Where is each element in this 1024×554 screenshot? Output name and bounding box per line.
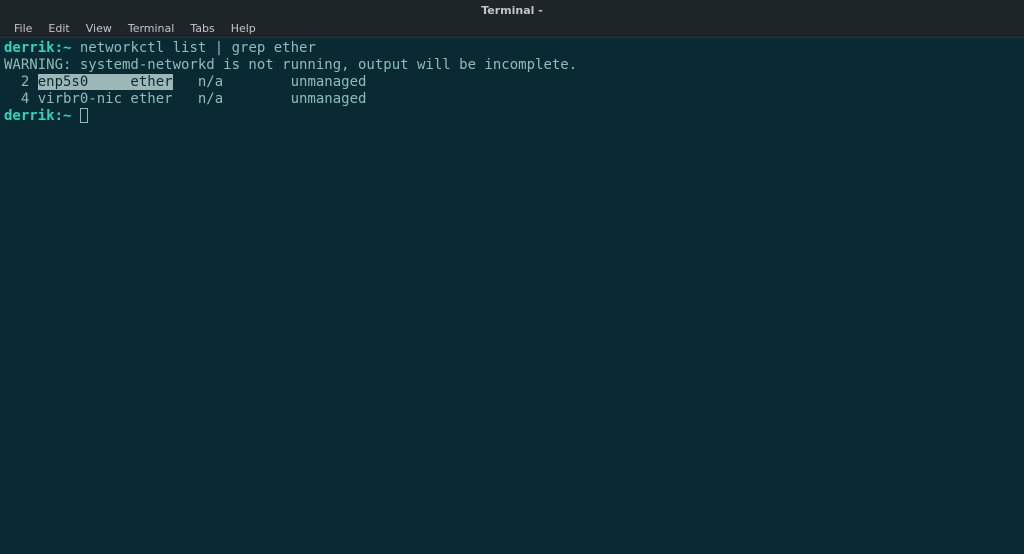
menu-view[interactable]: View bbox=[78, 20, 120, 37]
prompt-user: derrik bbox=[4, 40, 55, 56]
menu-file[interactable]: File bbox=[6, 20, 40, 37]
command-text: networkctl list | grep ether bbox=[71, 40, 315, 56]
prompt-sep-2: : bbox=[55, 108, 63, 124]
terminal-content[interactable]: derrik:~ networkctl list | grep etherWAR… bbox=[0, 38, 1024, 127]
output-row-1: 2 enp5s0 ether n/a unmanaged bbox=[4, 74, 1020, 91]
output-row-2: 4 virbr0-nic ether n/a unmanaged bbox=[4, 91, 1020, 108]
prompt-user-2: derrik bbox=[4, 108, 55, 124]
prompt-space bbox=[71, 108, 79, 124]
menu-terminal[interactable]: Terminal bbox=[120, 20, 183, 37]
menu-help[interactable]: Help bbox=[223, 20, 264, 37]
warning-output: WARNING: systemd-networkd is not running… bbox=[4, 57, 1020, 74]
menubar: File Edit View Terminal Tabs Help bbox=[0, 20, 1024, 38]
prompt-sep: : bbox=[55, 40, 63, 56]
window-title: Terminal - bbox=[481, 4, 543, 17]
row1-idx: 2 bbox=[4, 74, 38, 90]
row1-rest: n/a unmanaged bbox=[173, 74, 367, 90]
menu-edit[interactable]: Edit bbox=[40, 20, 77, 37]
cursor-icon bbox=[80, 108, 88, 123]
row1-highlight: enp5s0 ether bbox=[38, 74, 173, 90]
window-titlebar: Terminal - bbox=[0, 0, 1024, 20]
menu-tabs[interactable]: Tabs bbox=[182, 20, 222, 37]
